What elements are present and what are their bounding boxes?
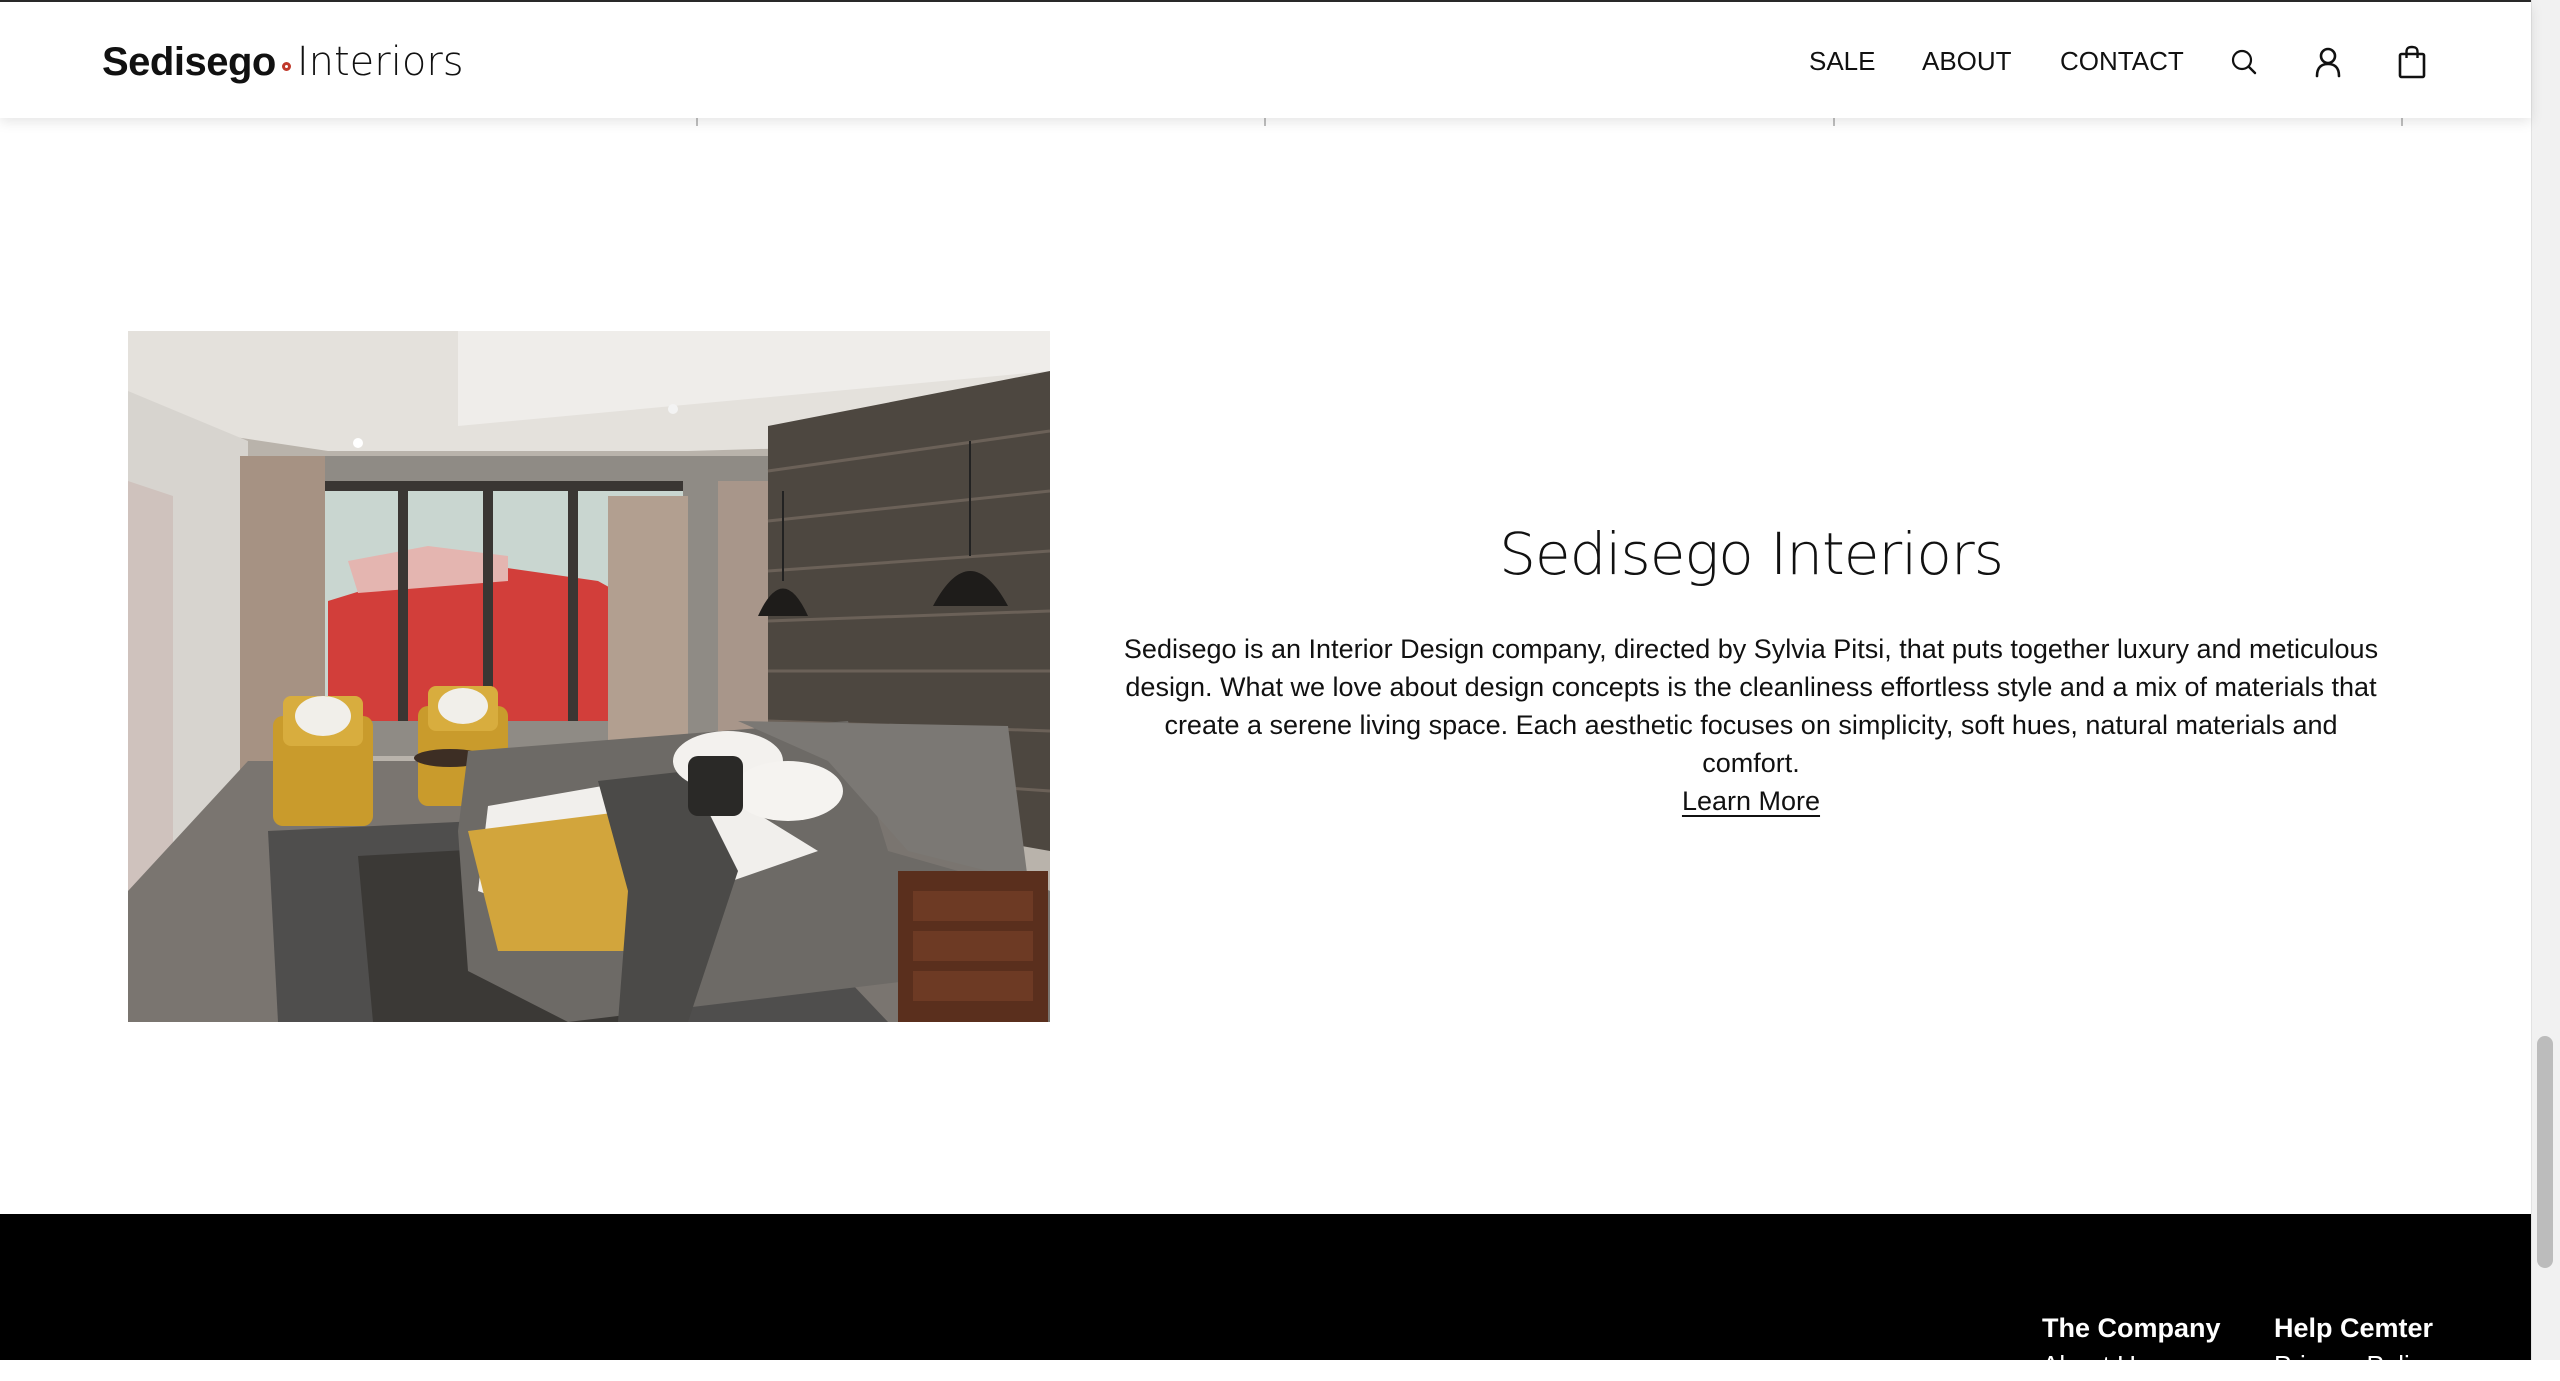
about-title: Sedisego Interiors bbox=[1499, 520, 2004, 588]
scrollbar-thumb[interactable] bbox=[2537, 1036, 2553, 1268]
logo-dot-icon bbox=[281, 61, 291, 71]
learn-more-link[interactable]: Learn More bbox=[1620, 786, 1882, 817]
site-logo[interactable]: Sedisego Interiors bbox=[102, 34, 464, 90]
cart-icon[interactable] bbox=[2392, 42, 2432, 82]
nav-about[interactable]: ABOUT bbox=[1922, 46, 2012, 77]
nav-contact[interactable]: CONTACT bbox=[2060, 46, 2184, 77]
nav-sale[interactable]: SALE bbox=[1809, 46, 1876, 77]
about-description: Sedisego is an Interior Design company, … bbox=[1123, 634, 2379, 778]
footer-company-heading: The Company bbox=[2042, 1313, 2221, 1343]
search-icon[interactable] bbox=[2224, 42, 2264, 82]
account-icon[interactable] bbox=[2308, 42, 2348, 82]
footer-about-link[interactable]: About Us bbox=[2042, 1350, 2149, 1381]
about-image bbox=[128, 331, 1050, 1022]
footer-help-heading: Help Cemter bbox=[2274, 1313, 2434, 1343]
logo-secondary-text: Interiors bbox=[296, 39, 464, 85]
logo-primary-text: Sedisego bbox=[102, 39, 276, 84]
site-header: Sedisego Interiors SALE ABOUT CONTACT bbox=[0, 2, 2531, 118]
footer-privacy-link[interactable]: Privacy Policy bbox=[2274, 1350, 2436, 1381]
